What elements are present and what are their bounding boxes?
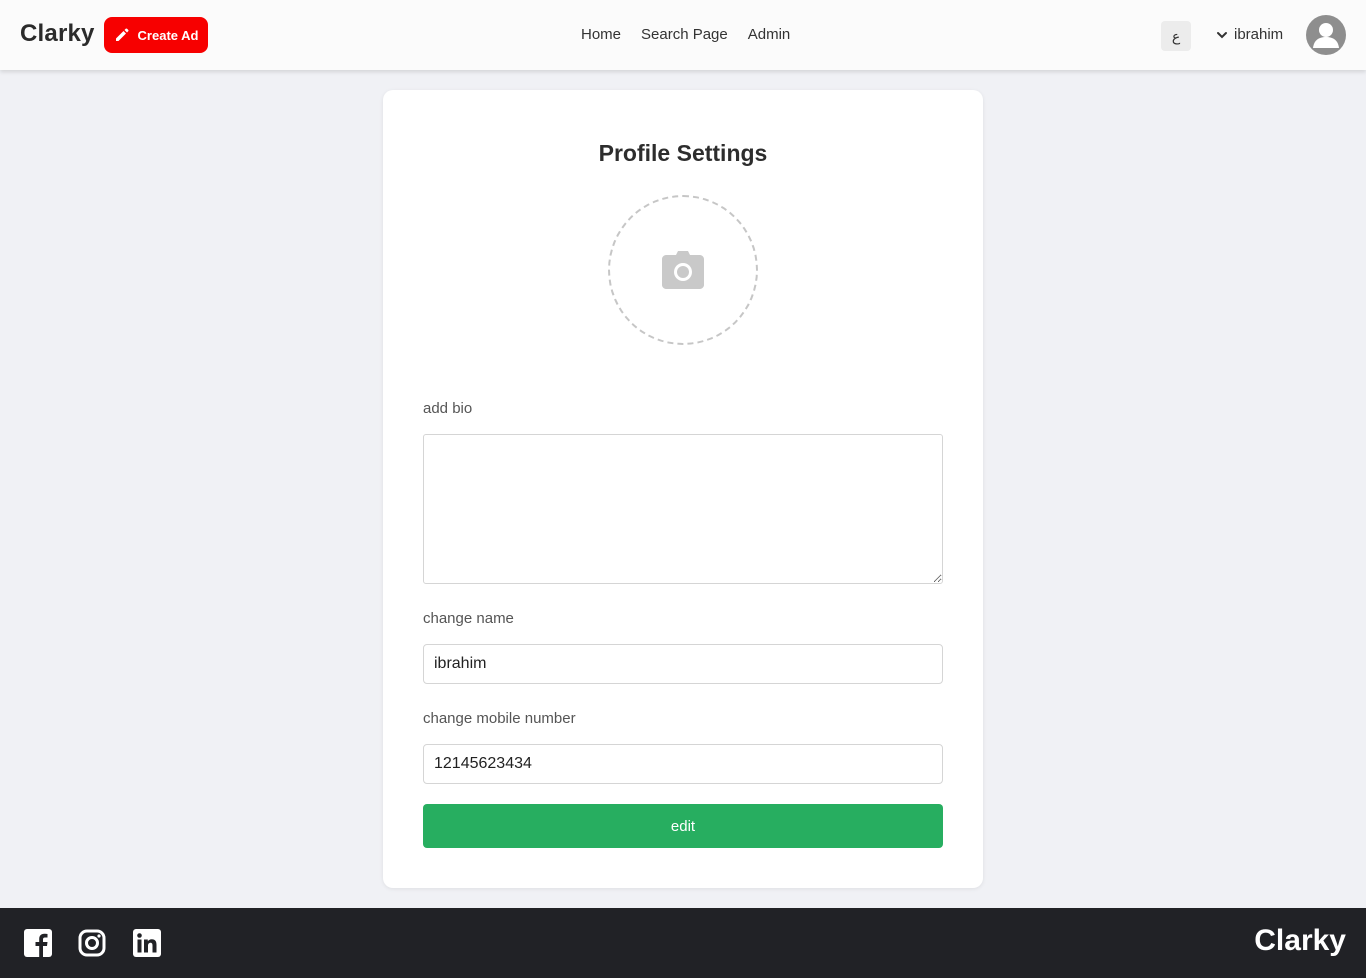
name-input[interactable] xyxy=(423,644,943,684)
nav-home[interactable]: Home xyxy=(581,26,621,43)
main-nav: Home Search Page Admin xyxy=(581,26,790,43)
nav-search-page[interactable]: Search Page xyxy=(641,26,728,43)
mobile-label: change mobile number xyxy=(423,710,576,727)
user-dropdown[interactable]: ibrahim xyxy=(1216,26,1283,43)
profile-settings-card: Profile Settings add bio change name cha… xyxy=(383,90,983,888)
bio-textarea[interactable] xyxy=(423,434,943,584)
footer xyxy=(0,908,1366,978)
create-ad-button[interactable]: Create Ad xyxy=(104,17,208,53)
footer-brand-logo[interactable]: Clarky xyxy=(1254,924,1346,958)
linkedin-icon[interactable] xyxy=(133,929,161,957)
brand-logo[interactable]: Clarky xyxy=(20,20,95,48)
language-toggle-button[interactable]: ع xyxy=(1161,21,1191,51)
name-label: change name xyxy=(423,610,514,627)
chevron-down-icon xyxy=(1217,31,1227,38)
username-label: ibrahim xyxy=(1234,26,1284,43)
camera-icon xyxy=(662,251,704,289)
create-ad-label: Create Ad xyxy=(137,27,199,43)
bio-label: add bio xyxy=(423,400,473,417)
user-icon xyxy=(1313,23,1339,48)
pencil-icon xyxy=(115,28,129,41)
top-navbar: Clarky Create Ad Home Search Page Admin … xyxy=(0,0,1366,70)
edit-button[interactable]: edit xyxy=(423,804,943,848)
mobile-input[interactable] xyxy=(423,744,943,784)
avatar[interactable] xyxy=(1306,15,1346,55)
profile-photo-upload[interactable] xyxy=(608,195,758,345)
nav-admin[interactable]: Admin xyxy=(748,26,791,43)
page-title: Profile Settings xyxy=(598,140,768,166)
facebook-icon[interactable] xyxy=(24,929,52,957)
instagram-icon[interactable] xyxy=(78,929,106,957)
